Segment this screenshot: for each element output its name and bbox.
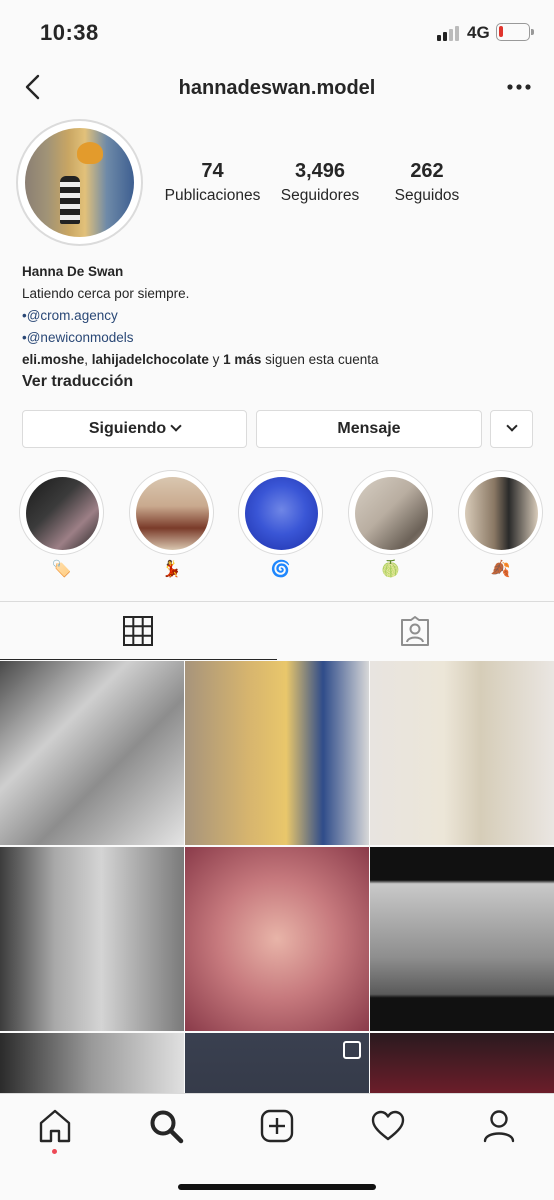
highlight-ring: [348, 470, 433, 555]
stat-following[interactable]: 262 Seguidos: [388, 160, 466, 205]
post-thumbnail[interactable]: [370, 661, 554, 845]
post-thumbnail[interactable]: [185, 847, 369, 1031]
highlight-item[interactable]: 💃: [129, 470, 214, 586]
ellipsis-icon[interactable]: [506, 76, 532, 98]
stat-following-value: 262: [410, 160, 444, 182]
tagged-user-icon: [401, 616, 429, 646]
highlight-ring: [238, 470, 323, 555]
highlight-ring: [458, 470, 543, 555]
tab-tagged[interactable]: [277, 602, 554, 660]
signal-icon: [437, 25, 463, 41]
highlight-cover: [136, 477, 209, 550]
highlight-emoji: 🏷️: [51, 559, 72, 578]
highlight-emoji: 🍂: [490, 559, 511, 578]
multi-post-icon: [343, 1041, 361, 1059]
highlight-cover: [465, 477, 538, 550]
avatar-photo: [25, 128, 134, 237]
suggested-dropdown-button[interactable]: [490, 410, 533, 448]
avatar-figure: [60, 176, 80, 224]
followed-by-tail: siguen esta cuenta: [261, 352, 379, 367]
stat-followers-label: Seguidores: [280, 187, 360, 204]
bio-link-crom[interactable]: •@crom.agency: [22, 308, 532, 323]
followed-by-sep: ,: [84, 352, 92, 367]
bottom-nav: [0, 1093, 554, 1200]
highlight-item[interactable]: 🍈: [348, 470, 433, 586]
network-label: 4G: [467, 23, 490, 42]
avatar[interactable]: [16, 119, 143, 246]
status-time: 10:38: [40, 20, 99, 45]
following-button[interactable]: Siguiendo: [22, 410, 247, 448]
highlight-cover: [26, 477, 99, 550]
stat-posts-value: 74: [201, 160, 224, 182]
heart-icon[interactable]: [370, 1108, 406, 1144]
grid-icon: [123, 616, 153, 646]
avatar-heart-graffiti: [77, 142, 103, 164]
profile-bio: Hanna De Swan Latiendo cerca por siempre…: [22, 264, 532, 391]
profile-name: Hanna De Swan: [22, 264, 124, 279]
post-thumbnail[interactable]: [185, 661, 369, 845]
following-button-label: Siguiendo: [88, 420, 167, 437]
home-icon[interactable]: [37, 1108, 73, 1144]
highlight-item[interactable]: 🍂: [458, 470, 543, 586]
status-bar: 10:38 4G: [0, 0, 554, 62]
stat-posts-label: Publicaciones: [164, 187, 261, 204]
post-grid: [0, 661, 554, 1093]
highlight-ring: [19, 470, 104, 555]
search-icon[interactable]: [148, 1108, 184, 1144]
followed-by[interactable]: eli.moshe, lahijadelchocolate y 1 más si…: [22, 352, 532, 367]
stat-followers-value: 3,496: [294, 160, 346, 182]
highlight-ring: [129, 470, 214, 555]
home-indicator: [178, 1184, 376, 1190]
highlight-cover: [245, 477, 318, 550]
post-thumbnail[interactable]: [0, 661, 184, 845]
activity-dot: [52, 1149, 57, 1154]
profile-header: hannadeswan.model: [0, 62, 554, 116]
highlight-emoji: 💃: [161, 559, 182, 578]
profile-tabs: [0, 602, 554, 660]
profile-stats: 74 Publicaciones 3,496 Seguidores 262 Se…: [160, 160, 480, 212]
stat-following-label: Seguidos: [394, 187, 460, 204]
profile-icon[interactable]: [481, 1108, 517, 1144]
stat-followers[interactable]: 3,496 Seguidores: [272, 160, 368, 205]
chevron-down-icon: [505, 420, 518, 432]
highlight-item[interactable]: 🏷️: [19, 470, 104, 586]
post-thumbnail[interactable]: [0, 1033, 184, 1093]
message-button-label: Mensaje: [337, 420, 401, 437]
story-highlights: 🏷️ 💃 🌀 🍈 🍂: [0, 470, 554, 586]
highlight-item[interactable]: 🌀: [238, 470, 323, 586]
tab-grid[interactable]: [0, 602, 277, 660]
followed-by-user-b: lahijadelchocolate: [91, 352, 209, 367]
followed-by-mid: y: [208, 352, 224, 367]
battery-icon: [496, 23, 534, 41]
post-thumbnail[interactable]: [0, 847, 184, 1031]
message-button[interactable]: Mensaje: [256, 410, 482, 448]
post-thumbnail[interactable]: [370, 1033, 554, 1093]
add-post-icon[interactable]: [259, 1108, 295, 1144]
bio-tagline: Latiendo cerca por siempre.: [22, 286, 190, 301]
highlight-cover: [355, 477, 428, 550]
bio-link-newicon[interactable]: •@newiconmodels: [22, 330, 532, 345]
highlight-emoji: 🌀: [270, 559, 291, 578]
followed-by-more: 1 más: [223, 352, 262, 367]
see-translation-link[interactable]: Ver traducción: [22, 373, 532, 391]
followed-by-user-a: eli.moshe: [22, 352, 85, 367]
highlight-emoji: 🍈: [380, 559, 401, 578]
post-thumbnail[interactable]: [185, 1033, 369, 1093]
stat-posts[interactable]: 74 Publicaciones: [160, 160, 265, 205]
chevron-down-icon: [170, 420, 182, 432]
profile-username: hannadeswan.model: [178, 77, 376, 99]
post-thumbnail[interactable]: [370, 847, 554, 1031]
